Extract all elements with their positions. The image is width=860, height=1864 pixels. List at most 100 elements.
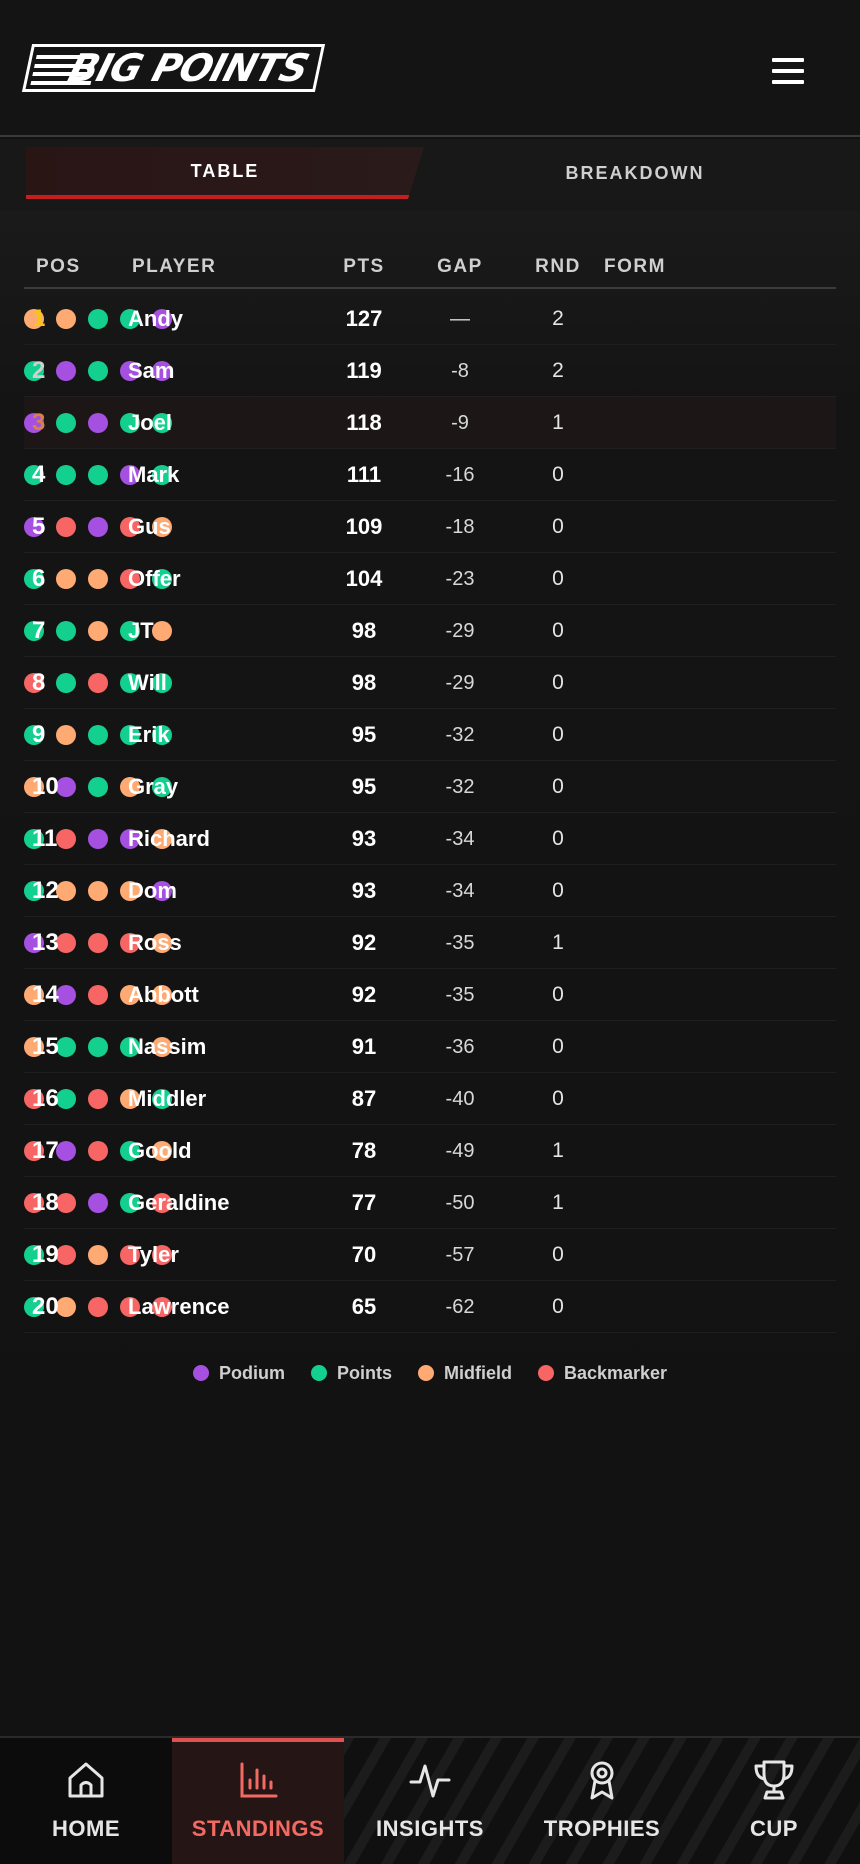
player-name: Abbott bbox=[128, 982, 199, 1007]
gap-cell: -36 bbox=[445, 1036, 475, 1058]
table-row[interactable]: 2 Sam 119 -8 2 bbox=[24, 345, 836, 397]
gap-cell: -9 bbox=[451, 412, 469, 434]
round-cell: 0 bbox=[552, 827, 564, 850]
position-cell: 18 bbox=[32, 1189, 59, 1216]
table-row[interactable]: 17 Goold 78 -49 1 bbox=[24, 1125, 836, 1177]
round-cell: 0 bbox=[552, 1243, 564, 1266]
table-row[interactable]: 19 Tyler 70 -57 0 bbox=[24, 1229, 836, 1281]
position-cell: 12 bbox=[32, 877, 59, 904]
player-name: Lawrence bbox=[128, 1294, 230, 1319]
medal-icon bbox=[590, 1761, 614, 1800]
player-name: Nassim bbox=[128, 1034, 207, 1059]
position-cell: 2 bbox=[32, 357, 46, 384]
position-cell: 6 bbox=[32, 565, 46, 592]
gap-cell: -35 bbox=[445, 984, 475, 1006]
player-name: Geraldine bbox=[128, 1190, 230, 1215]
table-row[interactable]: 14 Abbott 92 -35 0 bbox=[24, 969, 836, 1021]
home-icon bbox=[68, 1762, 104, 1798]
nav-trophies[interactable]: TROPHIES bbox=[516, 1738, 688, 1864]
nav-insights[interactable]: INSIGHTS bbox=[344, 1738, 516, 1864]
position-cell: 20 bbox=[32, 1293, 59, 1320]
table-row[interactable]: 15 Nassim 91 -36 0 bbox=[24, 1021, 836, 1073]
player-name: Offer bbox=[128, 566, 181, 591]
round-cell: 1 bbox=[552, 1139, 564, 1162]
backmarker-dot bbox=[537, 1365, 554, 1381]
table-row[interactable]: 8 Will 98 -29 0 bbox=[24, 657, 836, 709]
header-gap: GAP bbox=[437, 256, 483, 277]
points-cell: 95 bbox=[351, 722, 377, 747]
tab-breakdown[interactable]: BREAKDOWN bbox=[440, 147, 830, 199]
legend-midfield: Midfield bbox=[417, 1363, 512, 1384]
logo-text: BIG POINTS bbox=[63, 46, 314, 90]
player-name: Richard bbox=[128, 826, 210, 851]
table-row[interactable]: 3 Joel 118 -9 1 bbox=[24, 397, 836, 449]
round-cell: 1 bbox=[552, 931, 564, 954]
table-row[interactable]: 7 JT 98 -29 0 bbox=[24, 605, 836, 657]
gap-cell: -32 bbox=[445, 776, 475, 798]
round-cell: 0 bbox=[552, 515, 564, 538]
player-name: Mark bbox=[128, 462, 180, 487]
trophy-icon bbox=[754, 1760, 794, 1800]
nav-label-standings: STANDINGS bbox=[191, 1816, 325, 1841]
table-row[interactable]: 10 Gray 95 -32 0 bbox=[24, 761, 836, 813]
table-row[interactable]: 12 Dom 93 -34 0 bbox=[24, 865, 836, 917]
nav-cup[interactable]: CUP bbox=[688, 1738, 860, 1864]
points-cell: 118 bbox=[346, 410, 382, 435]
position-cell: 19 bbox=[32, 1241, 59, 1268]
position-cell: 15 bbox=[32, 1033, 59, 1060]
points-cell: 93 bbox=[351, 878, 377, 903]
gap-cell: -23 bbox=[445, 568, 475, 590]
legend-points: Points bbox=[310, 1363, 392, 1384]
table-row[interactable]: 9 Erik 95 -32 0 bbox=[24, 709, 836, 761]
position-cell: 10 bbox=[32, 773, 59, 800]
player-name: Middler bbox=[128, 1086, 207, 1111]
view-tabs: TABLE BREAKDOWN bbox=[0, 139, 860, 211]
header-pos: POS bbox=[36, 256, 81, 277]
points-cell: 78 bbox=[351, 1138, 377, 1163]
round-cell: 2 bbox=[552, 307, 564, 330]
round-cell: 0 bbox=[552, 671, 564, 694]
table-row[interactable]: 13 Ross 92 -35 1 bbox=[24, 917, 836, 969]
round-cell: 0 bbox=[552, 1035, 564, 1058]
hamburger-menu-icon[interactable] bbox=[772, 58, 804, 84]
position-cell: 5 bbox=[32, 513, 46, 540]
bottom-navigation: HOME STANDINGS INSIGHTS TROPHIES CUP bbox=[0, 1736, 860, 1864]
position-cell: 7 bbox=[32, 617, 46, 644]
round-cell: 0 bbox=[552, 1087, 564, 1110]
table-row[interactable]: 5 Gus 109 -18 0 bbox=[24, 501, 836, 553]
table-row[interactable]: 4 Mark 111 -16 0 bbox=[24, 449, 836, 501]
tab-table[interactable]: TABLE bbox=[26, 147, 424, 199]
points-cell: 95 bbox=[351, 774, 377, 799]
points-cell: 127 bbox=[345, 306, 383, 331]
points-cell: 93 bbox=[351, 826, 377, 851]
gap-cell: -40 bbox=[445, 1088, 475, 1110]
table-row[interactable]: 18 Geraldine 77 -50 1 bbox=[24, 1177, 836, 1229]
bar-chart-icon bbox=[240, 1762, 278, 1798]
player-name: Joel bbox=[128, 410, 173, 435]
legend-backmarker: Backmarker bbox=[537, 1363, 667, 1384]
position-cell: 9 bbox=[32, 721, 46, 748]
table-row[interactable]: 1 Andy 127 — 2 bbox=[24, 293, 836, 345]
points-cell: 77 bbox=[351, 1190, 377, 1215]
position-cell: 16 bbox=[32, 1085, 59, 1112]
player-name: Sam bbox=[128, 358, 175, 383]
player-name: Gray bbox=[128, 774, 179, 799]
form-legend: Podium Points Midfield Backmarker bbox=[0, 1358, 860, 1388]
nav-standings[interactable]: STANDINGS bbox=[172, 1738, 344, 1864]
player-name: Gus bbox=[128, 514, 171, 539]
table-row[interactable]: 16 Middler 87 -40 0 bbox=[24, 1073, 836, 1125]
round-cell: 0 bbox=[552, 463, 564, 486]
position-cell: 8 bbox=[32, 669, 46, 696]
big-points-logo[interactable]: BIG POINTS bbox=[21, 44, 326, 92]
gap-cell: -50 bbox=[445, 1192, 475, 1214]
gap-cell: -29 bbox=[445, 672, 475, 694]
nav-home[interactable]: HOME bbox=[0, 1738, 172, 1864]
table-row[interactable]: 20 Lawrence 65 -62 0 bbox=[24, 1281, 836, 1333]
position-cell: 3 bbox=[32, 409, 46, 436]
table-row[interactable]: 6 Offer 104 -23 0 bbox=[24, 553, 836, 605]
points-cell: 91 bbox=[351, 1034, 377, 1059]
nav-label-home: HOME bbox=[52, 1816, 120, 1841]
gap-cell: -34 bbox=[445, 828, 475, 850]
table-row[interactable]: 11 Richard 93 -34 0 bbox=[24, 813, 836, 865]
position-cell: 14 bbox=[32, 981, 59, 1008]
